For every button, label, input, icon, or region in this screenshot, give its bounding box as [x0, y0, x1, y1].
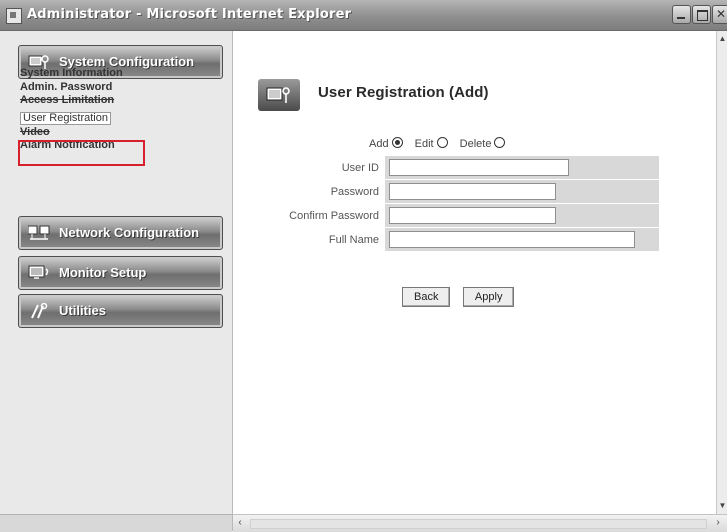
- window-title: Administrator - Microsoft Internet Explo…: [27, 7, 352, 22]
- form-actions: Back Apply: [402, 287, 522, 307]
- form-row: User ID: [259, 156, 659, 180]
- back-button[interactable]: Back: [402, 287, 451, 307]
- password-label: Password: [259, 179, 385, 204]
- network-computers-icon: [28, 225, 50, 241]
- submenu-system-information[interactable]: System Information: [20, 67, 220, 81]
- page-title: User Registration (Add): [318, 84, 489, 101]
- tools-icon: [28, 303, 50, 319]
- scroll-left-icon[interactable]: ‹: [233, 516, 247, 530]
- scroll-right-icon[interactable]: ›: [711, 516, 725, 530]
- horizontal-scrollbar[interactable]: ‹ ›: [233, 514, 727, 532]
- form-row: Full Name: [259, 227, 659, 252]
- mode-edit[interactable]: Edit: [415, 137, 448, 150]
- network-configuration-label: Network Configuration: [59, 225, 200, 240]
- form-row: Confirm Password: [259, 203, 659, 228]
- scroll-down-icon[interactable]: ▼: [718, 500, 727, 512]
- monitor-setup-label: Monitor Setup: [59, 265, 147, 280]
- password-input[interactable]: [389, 183, 556, 200]
- vertical-scrollbar[interactable]: ▲ ▼: [716, 31, 727, 514]
- sidebar-bottom-bar: [0, 514, 232, 532]
- minimize-button[interactable]: [672, 5, 691, 24]
- user-id-label: User ID: [259, 156, 385, 180]
- monitor-setup-button[interactable]: Monitor Setup: [18, 256, 223, 290]
- submenu-video[interactable]: Video: [20, 126, 220, 140]
- confirm-password-input[interactable]: [389, 207, 556, 224]
- maximize-button[interactable]: [692, 5, 711, 24]
- submenu-access-limitation[interactable]: Access Limitation: [20, 94, 220, 108]
- full-name-input[interactable]: [389, 231, 635, 248]
- mode-add[interactable]: Add: [369, 137, 403, 150]
- system-configuration-submenu: System Information Admin. Password Acces…: [20, 67, 220, 153]
- ie-app-icon: [6, 8, 22, 24]
- edit-radio[interactable]: [436, 137, 448, 148]
- confirm-password-label: Confirm Password: [259, 203, 385, 228]
- submenu-alarm-notification[interactable]: Alarm Notification: [20, 139, 220, 153]
- utilities-label: Utilities: [59, 303, 106, 318]
- mode-selector: Add Edit Delete: [369, 137, 514, 150]
- mode-delete[interactable]: Delete: [460, 137, 506, 150]
- main-content: [233, 31, 716, 514]
- network-configuration-button[interactable]: Network Configuration: [18, 216, 223, 250]
- add-radio[interactable]: [391, 137, 403, 148]
- apply-button[interactable]: Apply: [462, 287, 515, 307]
- scroll-track[interactable]: [250, 519, 707, 529]
- monitor-icon: [28, 265, 50, 281]
- form-row: Password: [259, 179, 659, 204]
- submenu-admin-password[interactable]: Admin. Password: [20, 81, 220, 95]
- window-titlebar: Administrator - Microsoft Internet Explo…: [0, 0, 727, 31]
- scroll-up-icon[interactable]: ▲: [718, 33, 727, 45]
- full-name-label: Full Name: [259, 227, 385, 252]
- close-button[interactable]: [712, 5, 727, 24]
- monitor-key-icon: [258, 79, 300, 111]
- delete-radio[interactable]: [494, 137, 506, 148]
- utilities-button[interactable]: Utilities: [18, 294, 223, 328]
- user-id-input[interactable]: [389, 159, 569, 176]
- submenu-user-registration[interactable]: User Registration: [20, 111, 111, 125]
- user-form: User ID Password Confirm Password Full N…: [259, 156, 659, 252]
